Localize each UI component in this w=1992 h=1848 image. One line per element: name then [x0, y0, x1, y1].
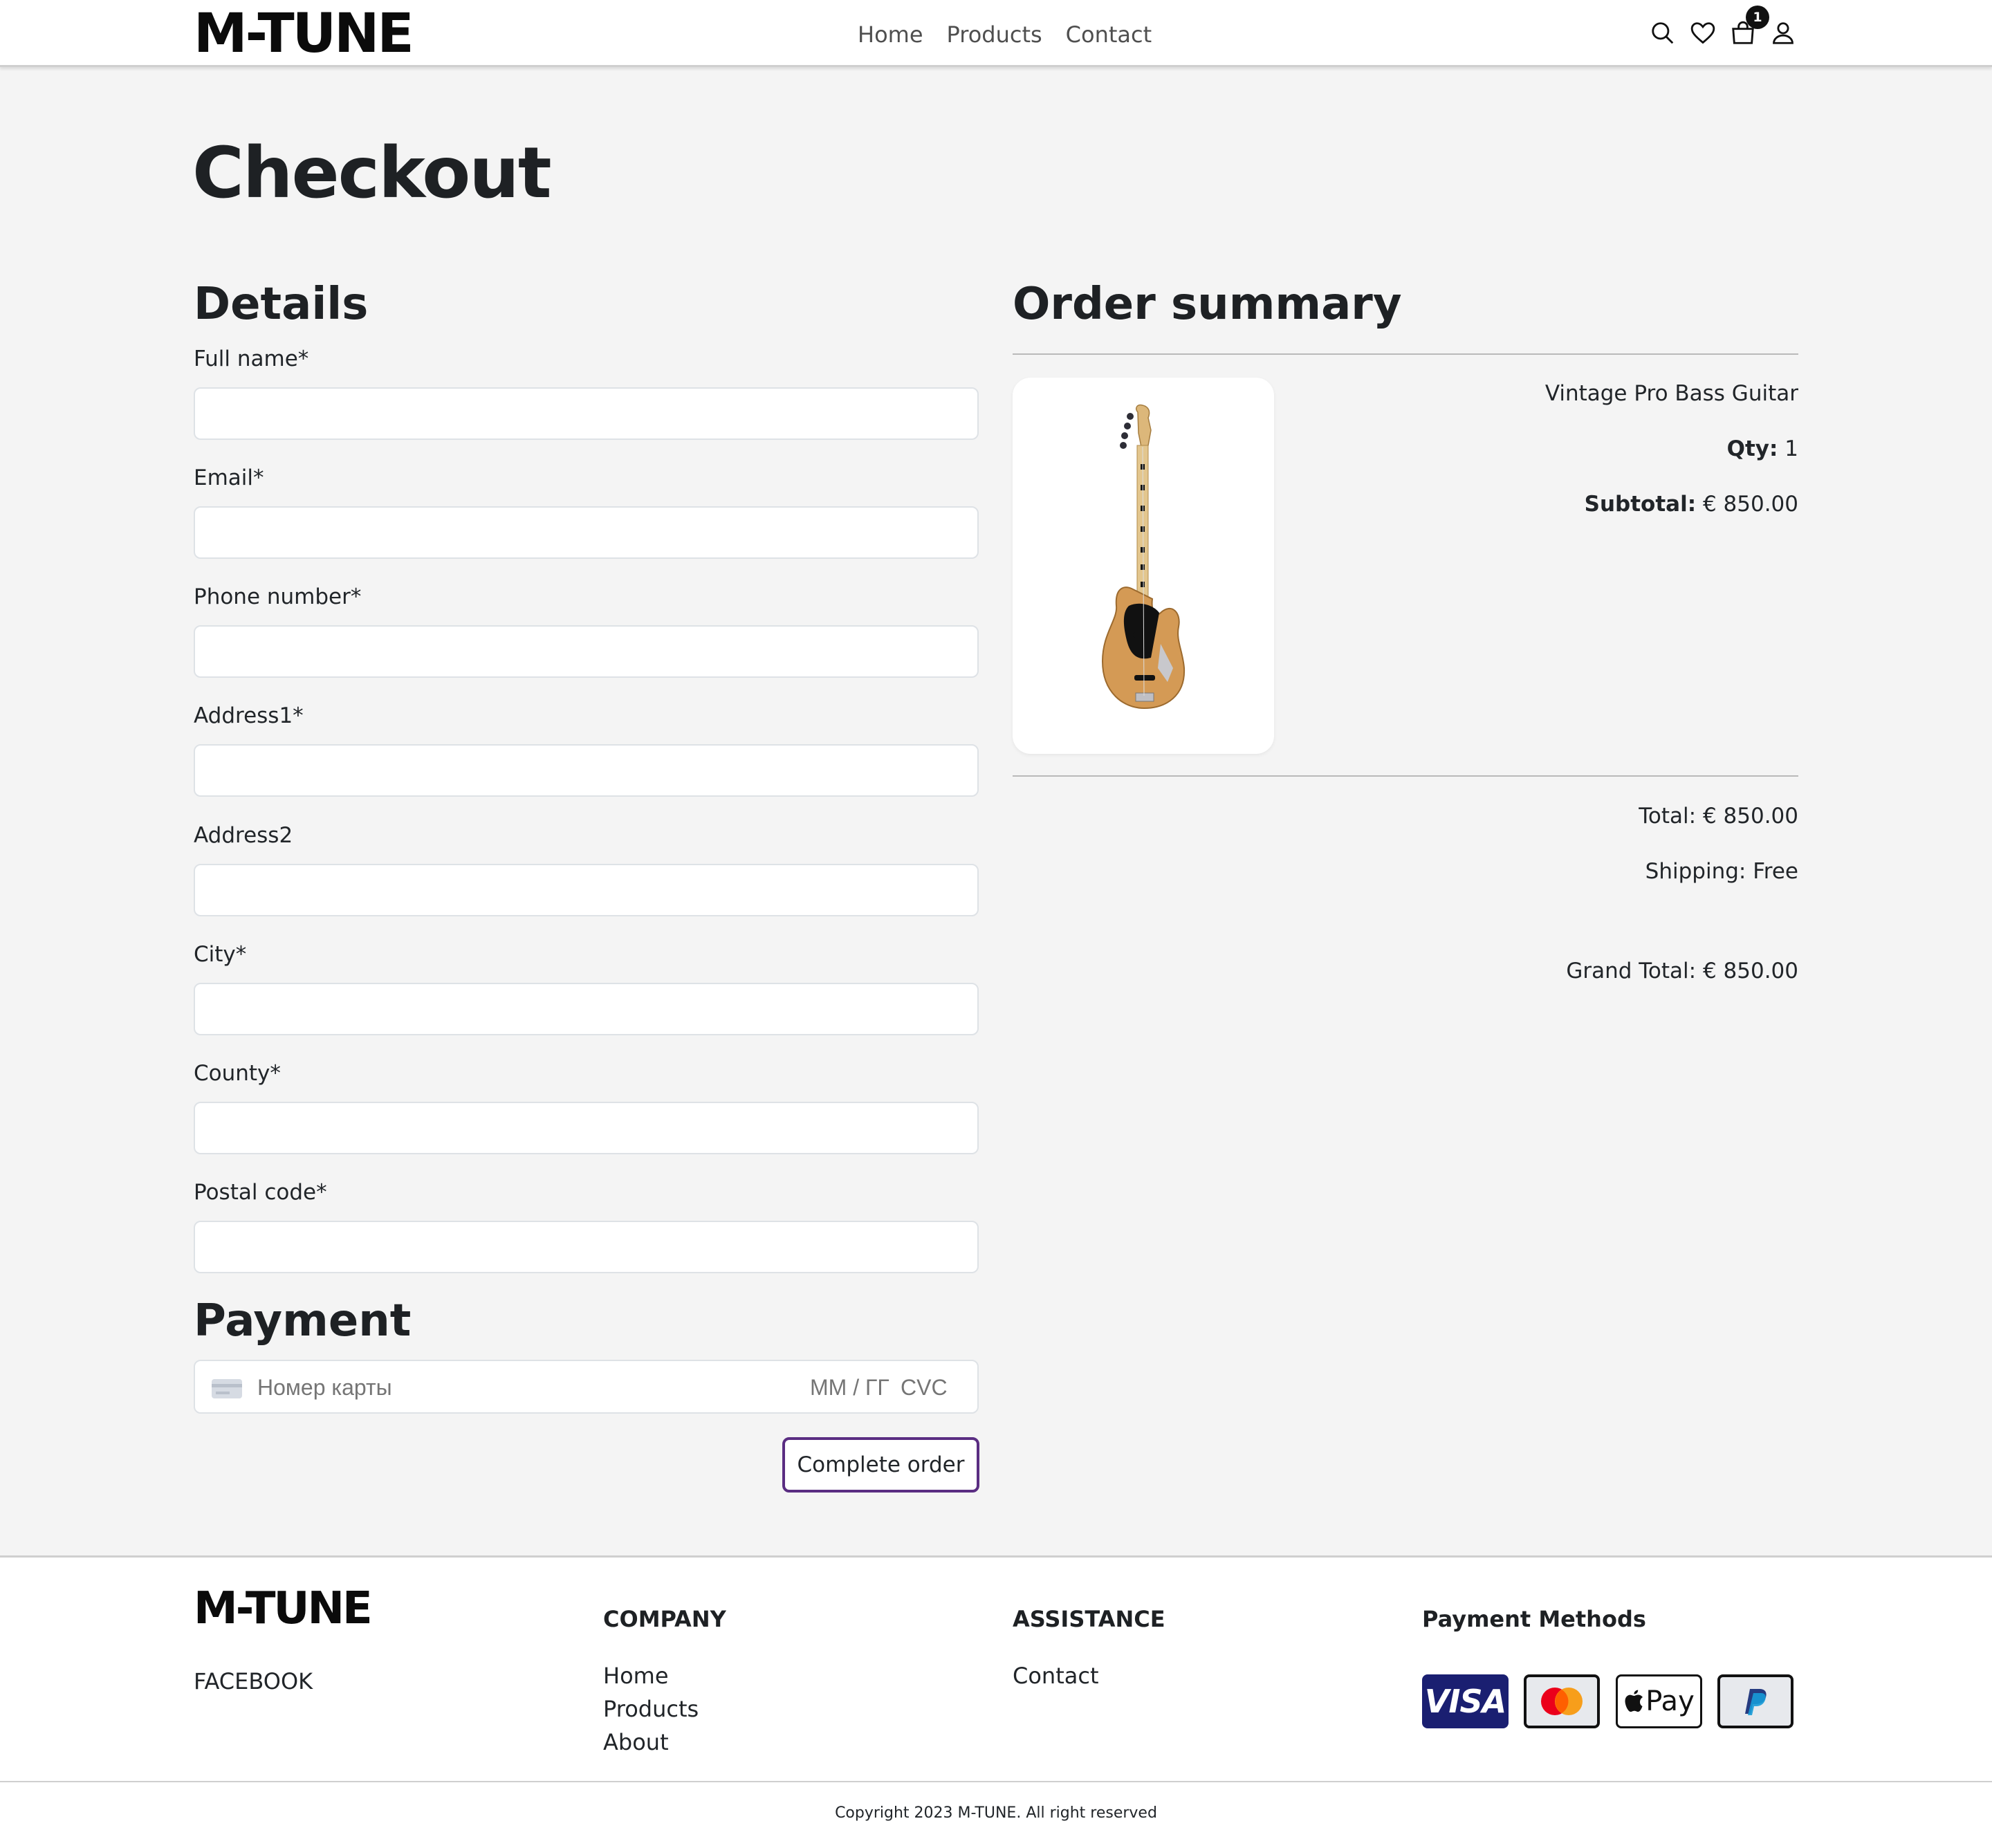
page-title: Checkout: [192, 132, 552, 214]
mastercard-icon: [1524, 1674, 1600, 1728]
footer-logo[interactable]: M-TUNE: [194, 1584, 373, 1633]
full-name-label: Full name*: [194, 346, 309, 371]
qty-label: Qty:: [1726, 436, 1778, 461]
subtotal-value: € 850.00: [1702, 492, 1798, 517]
nav-contact[interactable]: Contact: [1066, 17, 1152, 53]
copyright-text: Copyright 2023 M-TUNE. All right reserve…: [835, 1804, 1157, 1822]
postal-code-label: Postal code*: [194, 1180, 327, 1205]
nav-products[interactable]: Products: [947, 17, 1042, 53]
main-nav: Home Products Contact: [858, 17, 1175, 53]
footer-link-about[interactable]: About: [603, 1728, 669, 1756]
card-element[interactable]: Номер карты ММ / ГГ CVC: [194, 1360, 979, 1414]
product-subtotal: Subtotal: € 850.00: [1585, 490, 1798, 518]
cart-count-badge: 1: [1746, 6, 1769, 29]
bass-guitar-image: [1101, 404, 1186, 710]
bag-icon[interactable]: 1: [1729, 6, 1769, 48]
city-label: City*: [194, 942, 247, 967]
apple-pay-label: Pay: [1645, 1685, 1695, 1717]
order-total: Total: € 850.00: [1639, 804, 1798, 829]
search-icon[interactable]: [1649, 18, 1677, 48]
assistance-heading: ASSISTANCE: [1013, 1606, 1165, 1632]
product-qty: Qty: 1: [1727, 435, 1798, 463]
full-name-input[interactable]: [194, 387, 979, 440]
city-input[interactable]: [194, 983, 979, 1035]
footer-link-contact[interactable]: Contact: [1013, 1662, 1099, 1690]
site-logo[interactable]: M-TUNE: [194, 4, 414, 64]
county-label: County*: [194, 1061, 281, 1086]
address2-label: Address2: [194, 823, 293, 848]
qty-value: 1: [1784, 436, 1798, 461]
order-grand-total: Grand Total: € 850.00: [1566, 959, 1798, 983]
payment-methods-heading: Payment Methods: [1422, 1606, 1646, 1632]
complete-order-button[interactable]: Complete order: [782, 1437, 979, 1493]
phone-label: Phone number*: [194, 584, 362, 609]
card-cvc-input[interactable]: CVC: [901, 1374, 948, 1401]
product-image: [1013, 378, 1274, 754]
paypal-icon: [1717, 1674, 1793, 1728]
facebook-link[interactable]: FACEBOOK: [194, 1667, 313, 1695]
product-name: Vintage Pro Bass Guitar: [1544, 381, 1798, 406]
summary-divider-bottom: [1013, 775, 1798, 777]
email-label: Email*: [194, 465, 264, 490]
user-icon[interactable]: [1769, 18, 1797, 48]
card-number-input[interactable]: Номер карты: [257, 1374, 392, 1401]
nav-home[interactable]: Home: [858, 17, 923, 53]
email-input[interactable]: [194, 506, 979, 559]
footer-divider: [0, 1781, 1992, 1782]
summary-divider-top: [1013, 353, 1798, 355]
footer-link-home[interactable]: Home: [603, 1662, 669, 1690]
apple-pay-icon: Pay: [1616, 1674, 1702, 1728]
payment-heading: Payment: [194, 1295, 412, 1347]
credit-card-icon: [212, 1379, 242, 1398]
order-summary-heading: Order summary: [1013, 279, 1402, 330]
heart-icon[interactable]: [1689, 18, 1717, 48]
header-icons: 1: [1649, 6, 1797, 48]
county-input[interactable]: [194, 1102, 979, 1154]
address1-input[interactable]: [194, 744, 979, 797]
visa-icon: VISA: [1422, 1674, 1509, 1728]
footer-link-products[interactable]: Products: [603, 1695, 699, 1723]
company-heading: COMPANY: [603, 1606, 726, 1632]
site-header: M-TUNE Home Products Contact 1: [0, 0, 1992, 67]
order-shipping: Shipping: Free: [1645, 859, 1798, 884]
details-heading: Details: [194, 279, 369, 330]
address2-input[interactable]: [194, 864, 979, 916]
phone-input[interactable]: [194, 625, 979, 678]
card-expiry-input[interactable]: ММ / ГГ: [810, 1374, 889, 1401]
subtotal-label: Subtotal:: [1584, 492, 1697, 517]
site-footer: M-TUNE FACEBOOK COMPANY Home Products Ab…: [0, 1555, 1992, 1848]
postal-code-input[interactable]: [194, 1221, 979, 1273]
address1-label: Address1*: [194, 703, 304, 728]
